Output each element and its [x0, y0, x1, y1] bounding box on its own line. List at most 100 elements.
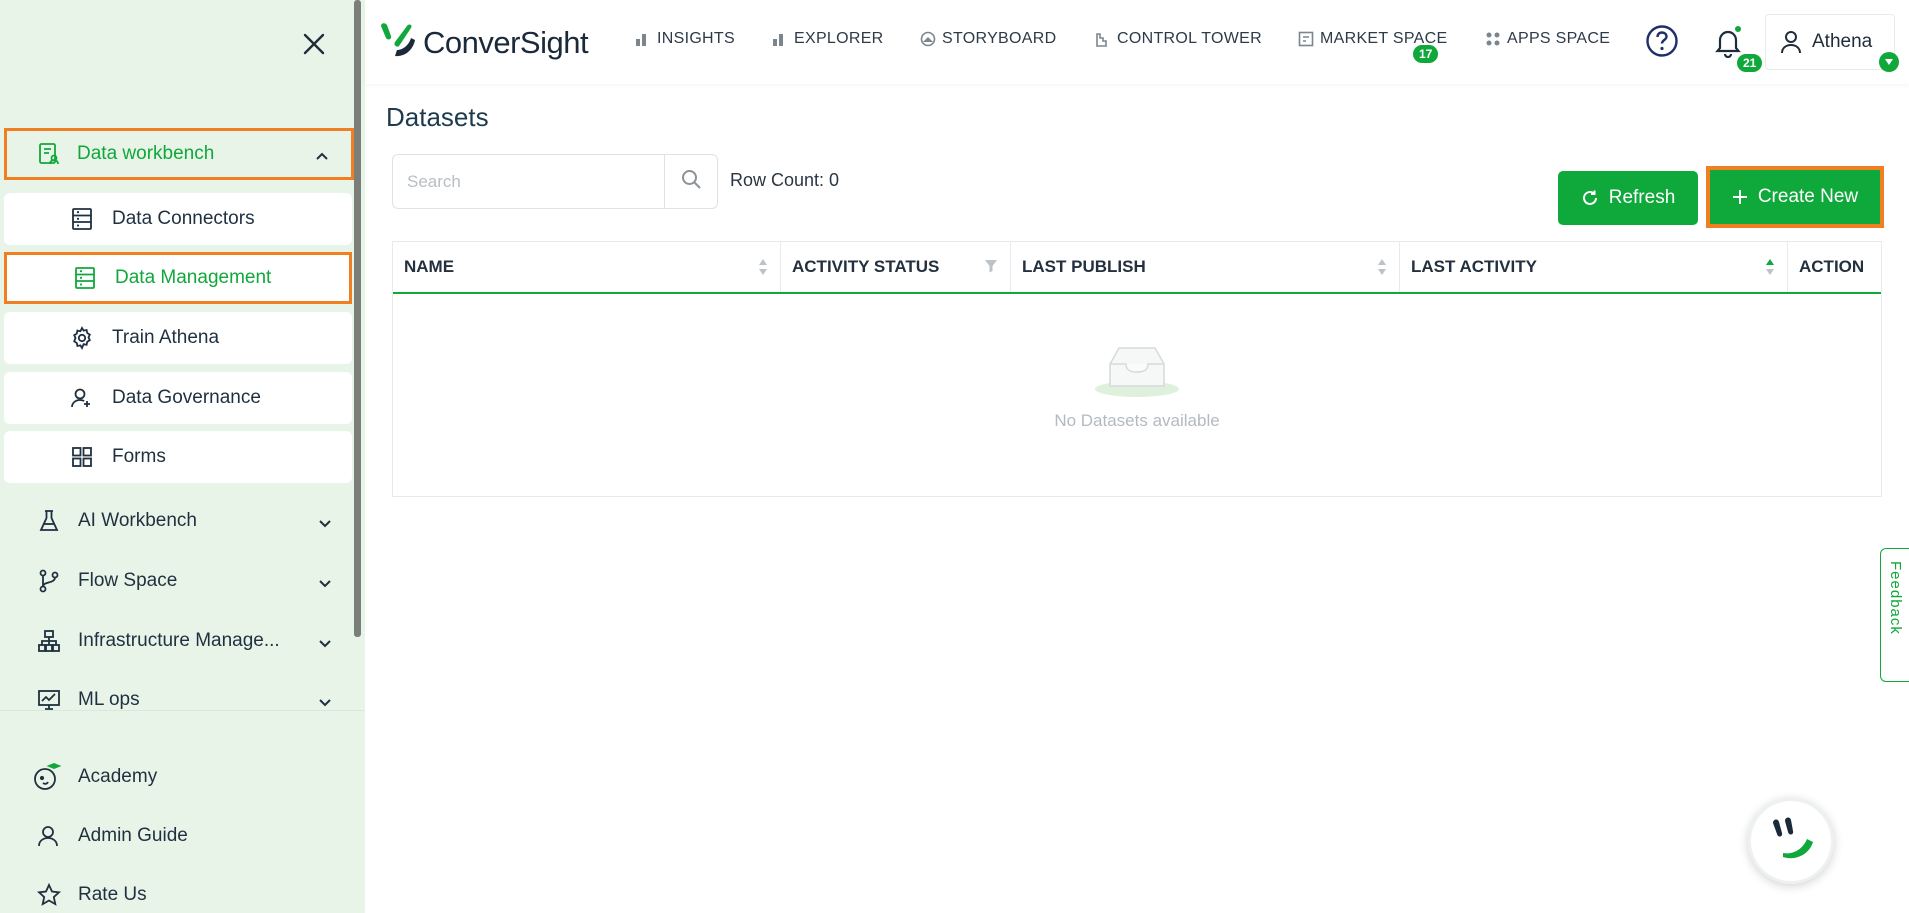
hierarchy-icon [36, 628, 62, 654]
refresh-button[interactable]: Refresh [1558, 171, 1698, 225]
market-icon [1298, 31, 1314, 47]
nav-label: MARKET SPACE [1320, 30, 1448, 47]
grid-icon [68, 443, 96, 471]
nav-label: STORYBOARD [942, 30, 1057, 47]
sidebar-link-admin-guide[interactable]: Admin Guide [36, 816, 336, 856]
assistant-logo-icon [1765, 815, 1817, 868]
nav-insights[interactable]: INSIGHTS [635, 30, 735, 48]
close-sidebar-button[interactable] [296, 28, 332, 64]
column-header-last-publish[interactable]: LAST PUBLISH [1011, 242, 1400, 292]
sort-icon [1377, 258, 1387, 281]
notifications-button[interactable] [1713, 26, 1743, 59]
brand-logo[interactable]: ConverSight [377, 20, 589, 65]
sort-ascending-icon [1765, 258, 1775, 281]
empty-text: No Datasets available [1054, 411, 1220, 430]
sidebar-item-label: Forms [112, 446, 166, 467]
server-icon [71, 264, 99, 292]
sidebar-section-infrastructure[interactable]: Infrastructure Manage... [36, 621, 336, 661]
sidebar-item-data-connectors[interactable]: Data Connectors [4, 193, 352, 245]
feedback-tab[interactable]: Feedback [1880, 548, 1909, 682]
sidebar-item-label: Data Connectors [112, 208, 255, 229]
search-icon [681, 169, 701, 194]
nav-market-space[interactable]: MARKET SPACE [1298, 30, 1447, 48]
nav-label: CONTROL TOWER [1117, 30, 1262, 47]
sidebar-item-forms[interactable]: Forms [4, 431, 352, 483]
server-icon [68, 205, 96, 233]
document-user-icon [37, 141, 63, 167]
filter-icon [984, 258, 998, 278]
brand-name: ConverSight [423, 24, 589, 60]
feedback-label: Feedback [1887, 561, 1904, 635]
sidebar-section-label: ML ops [78, 689, 140, 710]
apps-icon [1485, 31, 1501, 47]
nav-label: INSIGHTS [657, 30, 735, 47]
sidebar-section-ai-workbench[interactable]: AI Workbench [36, 501, 336, 541]
sidebar-footer: Academy Admin Guide Rate Us [0, 710, 365, 913]
column-label: LAST PUBLISH [1022, 257, 1146, 276]
row-count: Row Count: 0 [730, 170, 840, 190]
user-icon [1780, 30, 1802, 54]
user-shield-icon [68, 384, 96, 412]
chevron-up-icon [315, 145, 329, 167]
nav-label: APPS SPACE [1507, 30, 1611, 47]
sort-icon [758, 258, 768, 281]
bar-chart-icon [772, 31, 788, 47]
nav-label: EXPLORER [794, 30, 884, 47]
nav-control-tower[interactable]: CONTROL TOWER [1095, 30, 1262, 48]
sidebar-item-data-governance[interactable]: Data Governance [4, 372, 352, 424]
plus-icon [1732, 189, 1748, 205]
nav-apps-space[interactable]: APPS SPACE [1485, 30, 1610, 48]
search-box [392, 154, 718, 209]
sidebar-item-label: Train Athena [112, 327, 220, 348]
column-header-activity-status[interactable]: ACTIVITY STATUS [781, 242, 1011, 292]
column-header-last-activity[interactable]: LAST ACTIVITY [1400, 242, 1788, 292]
sidebar-section-label: AI Workbench [78, 510, 197, 531]
help-button[interactable] [1645, 24, 1679, 58]
sidebar-link-rate-us[interactable]: Rate Us [36, 875, 336, 913]
sidebar-group-data-workbench[interactable]: Data workbench [4, 128, 354, 180]
bar-chart-icon [635, 31, 651, 47]
column-label: LAST ACTIVITY [1411, 257, 1537, 276]
notifications-badge: 21 [1737, 54, 1763, 72]
sidebar-link-academy[interactable]: Academy [32, 757, 332, 797]
close-icon [303, 33, 325, 60]
page-title: Datasets [386, 102, 489, 132]
sidebar-scrollbar[interactable] [354, 0, 361, 637]
sidebar-link-label: Rate Us [78, 884, 147, 905]
sidebar-item-train-athena[interactable]: Train Athena [4, 312, 352, 364]
chevron-down-icon [318, 633, 332, 655]
column-label: ACTIVITY STATUS [792, 257, 940, 276]
star-icon [36, 882, 62, 908]
sidebar-group-label: Data workbench [77, 143, 215, 164]
user-menu[interactable]: Athena [1765, 14, 1895, 70]
nav-explorer[interactable]: EXPLORER [772, 30, 884, 48]
empty-inbox-icon [1092, 347, 1182, 404]
refresh-icon [1581, 189, 1599, 207]
refresh-label: Refresh [1608, 187, 1676, 208]
user-menu-toggle[interactable] [1879, 52, 1899, 72]
column-header-name[interactable]: NAME [393, 242, 781, 292]
sidebar-link-label: Academy [78, 766, 158, 787]
gear-icon [68, 324, 96, 352]
datasets-table: NAME ACTIVITY STATUS LAST PUBLISH LAST A… [392, 241, 1882, 497]
sidebar-item-label: Data Management [115, 267, 272, 288]
sidebar-item-data-management[interactable]: Data Management [4, 252, 352, 304]
create-new-button[interactable]: Create New [1710, 170, 1880, 224]
empty-state: No Datasets available [393, 342, 1881, 431]
sidebar-item-label: Data Governance [112, 387, 261, 408]
sidebar-section-label: Infrastructure Manage... [78, 630, 280, 651]
chevron-down-icon [318, 513, 332, 535]
search-input[interactable] [393, 155, 665, 208]
flask-icon [36, 508, 62, 534]
search-button[interactable] [665, 155, 717, 208]
caret-down-icon [1884, 53, 1894, 71]
sidebar-section-flow-space[interactable]: Flow Space [36, 561, 336, 601]
branch-icon [36, 568, 62, 594]
sidebar-link-label: Admin Guide [78, 825, 188, 846]
nav-storyboard[interactable]: STORYBOARD [920, 30, 1056, 48]
help-icon [1645, 25, 1679, 62]
create-new-highlight: Create New [1706, 166, 1884, 228]
column-header-action: ACTION [1788, 242, 1881, 292]
top-header: ConverSight INSIGHTS EXPLORER STORYBOARD… [365, 0, 1909, 84]
assistant-chat-button[interactable] [1748, 798, 1834, 884]
